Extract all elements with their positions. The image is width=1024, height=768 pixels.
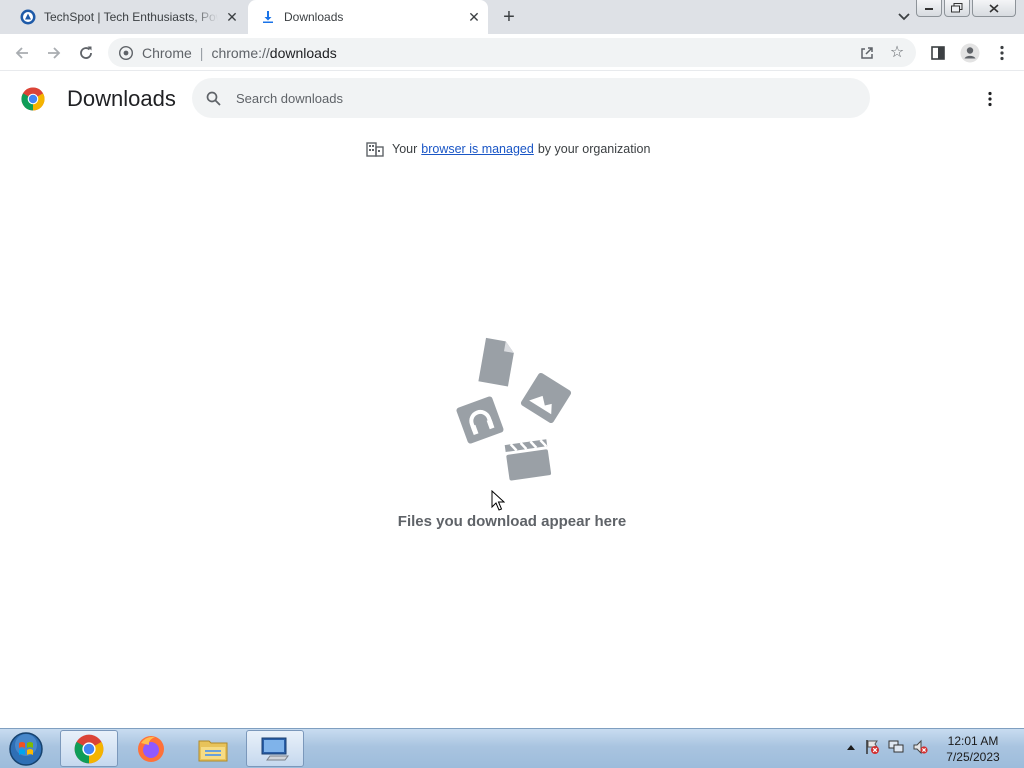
remote-desktop-icon [261, 737, 289, 760]
minimize-button[interactable] [916, 0, 942, 17]
close-window-button[interactable] [972, 0, 1016, 17]
downloads-header: Downloads [0, 72, 1024, 128]
taskbar-explorer[interactable] [184, 730, 242, 767]
page-title: Downloads [67, 86, 176, 111]
bookmark-star-icon[interactable]: ☆ [888, 43, 906, 61]
document-icon [478, 337, 514, 387]
browser-toolbar: Chrome | chrome://downloads ☆ [0, 34, 1024, 71]
url-separator: | [199, 44, 204, 61]
share-icon[interactable] [858, 44, 876, 62]
chrome-site-icon [118, 45, 134, 61]
window-controls [916, 0, 1016, 17]
search-icon [204, 89, 222, 107]
close-tab-icon[interactable]: ✕ [466, 9, 482, 25]
url-path: downloads [269, 44, 337, 61]
more-actions-icon[interactable] [980, 88, 1000, 110]
taskbar-firefox[interactable] [122, 730, 180, 767]
clock-date: 7/25/2023 [946, 750, 1000, 764]
windows-taskbar: 12:01 AM 7/25/2023 [0, 728, 1024, 768]
chrome-logo-icon [21, 87, 45, 111]
tab-title: Downloads [284, 10, 344, 24]
mouse-pointer-icon [491, 490, 505, 511]
profile-avatar-icon[interactable] [958, 41, 982, 65]
start-orb-icon[interactable] [6, 731, 46, 767]
back-button[interactable] [10, 41, 34, 65]
search-input[interactable] [236, 90, 816, 106]
tab-title: TechSpot | Tech Enthusiasts, Power Users… [44, 10, 218, 24]
restore-button[interactable] [944, 0, 970, 17]
tab-strip: TechSpot | Tech Enthusiasts, Power Users… [0, 0, 1024, 34]
empty-state-message: Files you download appear here [397, 513, 627, 530]
url-scheme: chrome:// [211, 44, 270, 61]
action-center-flag-icon[interactable] [864, 739, 880, 755]
search-box[interactable] [192, 78, 870, 118]
firefox-icon [138, 735, 164, 762]
building-icon [366, 142, 384, 157]
show-hidden-icons-icon[interactable] [846, 743, 856, 751]
screen: TechSpot | Tech Enthusiasts, Power Users… [0, 0, 1024, 768]
tab-search-chevron-icon[interactable] [895, 8, 913, 26]
video-icon [504, 439, 552, 481]
taskbar-chrome[interactable] [60, 730, 118, 767]
browser-managed-link[interactable]: browser is managed [421, 142, 534, 156]
chrome-menu-icon[interactable] [990, 41, 1014, 65]
address-bar[interactable]: Chrome | chrome://downloads ☆ [108, 38, 916, 67]
file-explorer-icon [198, 740, 228, 761]
taskbar-remote-desktop[interactable] [246, 730, 304, 767]
managed-suffix: by your organization [537, 142, 651, 156]
empty-downloads-illustration [456, 337, 572, 481]
techspot-favicon-icon [20, 9, 36, 25]
managed-prefix: Your [392, 142, 418, 156]
url-text: chrome://downloads [211, 45, 336, 61]
reload-button[interactable] [74, 41, 98, 65]
managed-notice: Your browser is managed by your organiza… [366, 140, 650, 158]
network-icon[interactable] [888, 739, 904, 755]
system-tray [846, 739, 928, 755]
side-panel-icon[interactable] [926, 41, 950, 65]
clock-time: 12:01 AM [947, 734, 999, 748]
tab-techspot[interactable]: TechSpot | Tech Enthusiasts, Power Users… [0, 0, 246, 34]
download-favicon-icon [260, 9, 276, 25]
close-tab-icon[interactable]: ✕ [224, 9, 240, 25]
chrome-icon [74, 734, 104, 763]
volume-muted-icon[interactable] [912, 739, 928, 755]
audio-icon [456, 396, 504, 444]
forward-button[interactable] [42, 41, 66, 65]
taskbar-clock[interactable]: 12:01 AM 7/25/2023 [940, 733, 1006, 765]
new-tab-button[interactable]: + [498, 6, 520, 28]
site-name: Chrome [142, 44, 192, 61]
tab-downloads[interactable]: Downloads ✕ [248, 0, 488, 34]
image-icon [520, 372, 572, 424]
